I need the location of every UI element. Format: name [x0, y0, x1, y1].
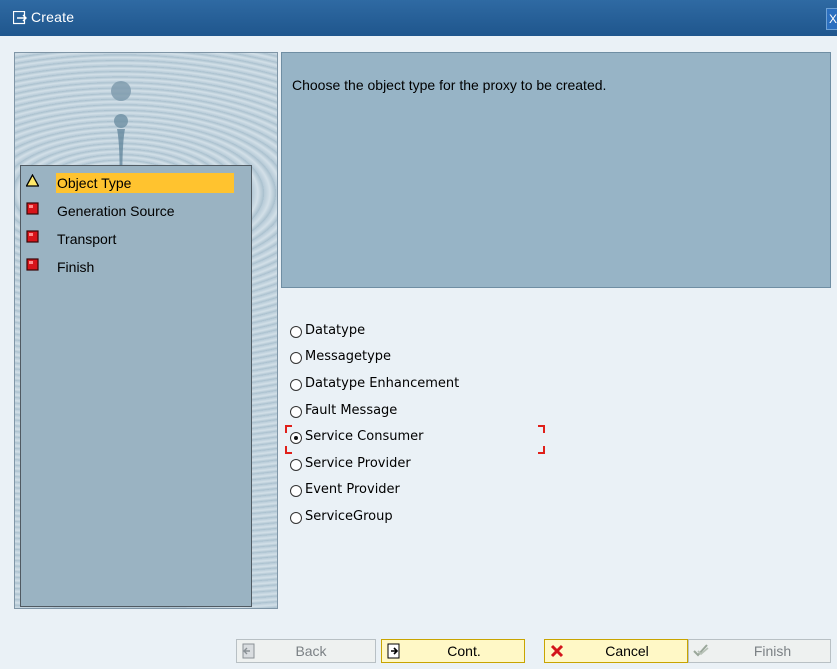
cancel-label: Cancel [605, 643, 649, 659]
focus-frame-corner [285, 425, 292, 433]
focus-frame-corner [538, 446, 545, 454]
cancel-x-icon [550, 644, 564, 658]
radio-label[interactable]: Datatype [305, 323, 365, 338]
radio-button[interactable] [290, 352, 302, 364]
step-finish: Finish [21, 254, 253, 278]
radio-button[interactable] [290, 459, 302, 471]
radio-label[interactable]: Messagetype [305, 349, 391, 364]
description-panel: Choose the object type for the proxy to … [281, 52, 831, 288]
radio-label[interactable]: Service Provider [305, 456, 411, 471]
step-label: Transport [57, 231, 117, 247]
step-transport: Transport [21, 226, 253, 250]
description-text: Choose the object type for the proxy to … [292, 77, 607, 93]
finish-check-icon [693, 644, 709, 657]
title-bar: Create X [0, 0, 837, 36]
cancel-button[interactable]: Cancel [544, 639, 688, 663]
radio-label[interactable]: Fault Message [305, 403, 397, 418]
continue-icon [387, 643, 400, 659]
wizard-steps: Object Type Generation Source Transport … [20, 165, 252, 607]
close-button[interactable]: X [826, 8, 837, 30]
step-label: Finish [57, 259, 95, 275]
radio-button[interactable] [290, 406, 302, 418]
radio-button[interactable] [290, 512, 302, 524]
focus-frame-corner [538, 425, 545, 433]
step-label: Object Type [56, 173, 234, 193]
radio-button[interactable] [290, 485, 302, 497]
continue-button[interactable]: Cont. [381, 639, 525, 663]
warning-triangle-icon [26, 174, 39, 187]
radio-button[interactable] [290, 326, 302, 338]
step-generation-source: Generation Source [21, 198, 253, 222]
radio-label[interactable]: Datatype Enhancement [305, 376, 459, 391]
create-window-icon [13, 11, 27, 25]
radio-label[interactable]: ServiceGroup [305, 509, 393, 524]
red-square-icon [26, 230, 39, 243]
back-label: Back [295, 643, 327, 659]
radio-label[interactable]: Service Consumer [305, 429, 423, 444]
finish-button[interactable]: Finish [688, 639, 831, 663]
finish-label: Finish [753, 643, 792, 659]
back-button[interactable]: Back [236, 639, 376, 663]
focus-frame-corner [285, 446, 292, 454]
window-title: Create [31, 9, 75, 25]
radio-label[interactable]: Event Provider [305, 482, 400, 497]
step-label: Generation Source [57, 203, 175, 219]
red-square-icon [26, 202, 39, 215]
continue-label: Cont. [447, 643, 481, 659]
step-object-type: Object Type [21, 170, 253, 194]
radio-button[interactable] [290, 379, 302, 391]
radio-button-selected[interactable] [290, 432, 302, 444]
red-square-icon [26, 258, 39, 271]
